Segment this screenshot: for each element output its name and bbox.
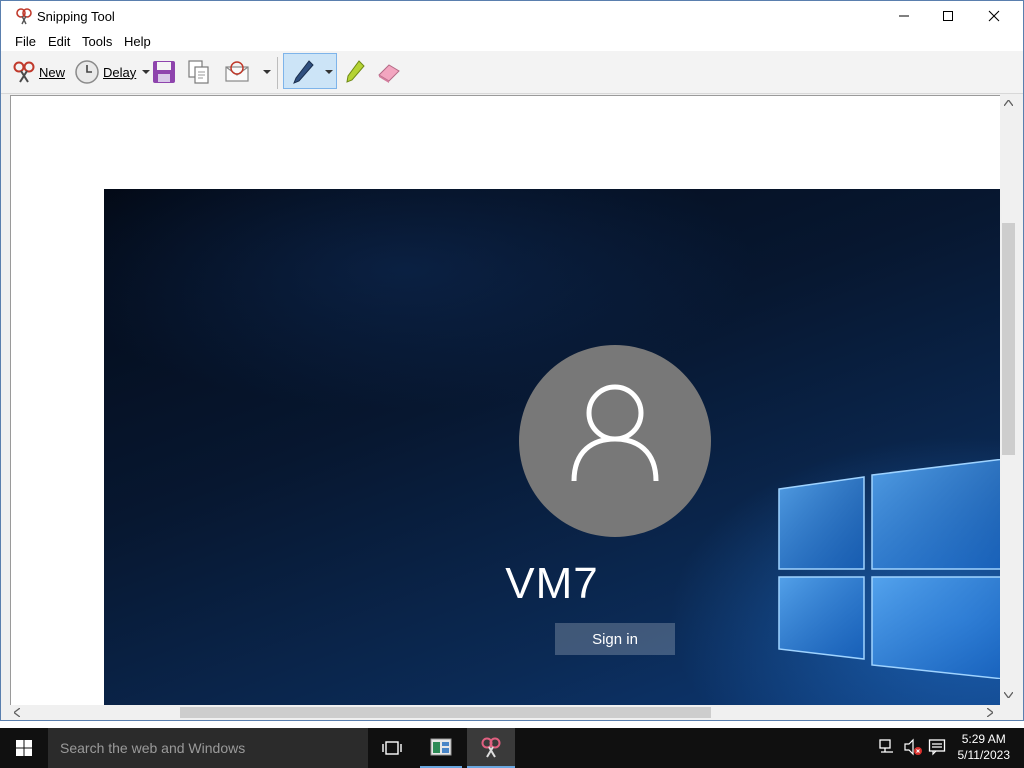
- vertical-scroll-thumb[interactable]: [1002, 223, 1015, 455]
- action-center-icon: [928, 739, 946, 756]
- delay-button-label: Delay: [103, 64, 137, 80]
- eraser-icon: [378, 64, 400, 83]
- scroll-down-icon[interactable]: [1004, 692, 1013, 698]
- send-snip-button[interactable]: [223, 57, 271, 87]
- task-view-icon: [382, 741, 402, 755]
- windows-start-icon: [16, 740, 32, 756]
- tray-volume[interactable]: [903, 738, 923, 759]
- highlighter-icon: [346, 60, 365, 83]
- menu-edit[interactable]: Edit: [48, 34, 70, 49]
- minimize-button[interactable]: [881, 1, 927, 31]
- title-bar[interactable]: Snipping Tool: [1, 1, 1023, 31]
- new-button-label: New: [39, 64, 66, 80]
- pen-button[interactable]: [291, 57, 315, 87]
- taskbar-search-box[interactable]: Search the web and Windows: [48, 728, 368, 768]
- clock-time: 5:29 AM: [961, 732, 1006, 746]
- toolbar-separator: [277, 57, 278, 89]
- clock-date: 5/11/2023: [957, 748, 1011, 762]
- delay-button[interactable]: Delay: [74, 57, 151, 87]
- maximize-button[interactable]: [925, 1, 971, 31]
- send-dropdown-arrow-icon[interactable]: [263, 70, 271, 74]
- tray-network[interactable]: [878, 738, 896, 759]
- snipping-tool-app-icon: [16, 8, 32, 25]
- menu-help[interactable]: Help: [124, 34, 151, 49]
- taskbar: Search the web and Windows 5:29 AM 5/11/…: [0, 728, 1024, 768]
- sign-in-button: Sign in: [555, 623, 675, 655]
- menu-file[interactable]: File: [15, 34, 36, 49]
- pen-icon: [293, 60, 314, 84]
- save-icon: [153, 61, 175, 83]
- scissors-icon: [13, 61, 35, 83]
- horizontal-scroll-thumb[interactable]: [180, 707, 711, 718]
- server-manager-icon: [430, 738, 452, 756]
- user-icon: [571, 384, 659, 482]
- network-icon: [879, 739, 893, 753]
- scroll-left-icon[interactable]: [14, 708, 20, 717]
- clock-icon: [75, 60, 99, 84]
- start-button[interactable]: [0, 728, 48, 768]
- new-button[interactable]: New: [12, 57, 65, 87]
- delay-dropdown-arrow-icon[interactable]: [142, 70, 151, 74]
- snipping-tool-taskbar-icon: [481, 737, 501, 758]
- volume-muted-icon: [904, 738, 922, 756]
- save-button[interactable]: [151, 57, 177, 87]
- scroll-up-icon[interactable]: [1004, 100, 1013, 106]
- close-button[interactable]: [971, 1, 1017, 31]
- user-avatar: [519, 345, 711, 537]
- pen-dropdown-arrow-icon: [325, 70, 333, 74]
- menu-tools[interactable]: Tools: [82, 34, 112, 49]
- snip-canvas[interactable]: VM7 Sign in: [10, 95, 1001, 706]
- tray-action-center[interactable]: [928, 738, 946, 759]
- close-icon: [988, 10, 1000, 22]
- highlighter-button[interactable]: [343, 57, 367, 87]
- scrollbar-corner: [1000, 705, 1017, 720]
- taskbar-app-snipping-tool[interactable]: [467, 728, 515, 768]
- eraser-button[interactable]: [375, 57, 403, 87]
- scroll-right-icon[interactable]: [987, 708, 993, 717]
- task-view-button[interactable]: [372, 728, 412, 768]
- clock[interactable]: 5:29 AM 5/11/2023: [958, 731, 1011, 763]
- window-title: Snipping Tool: [37, 9, 115, 24]
- minimize-icon: [899, 15, 909, 17]
- taskbar-app-explorer[interactable]: [420, 728, 462, 768]
- username-label: VM7: [505, 559, 599, 608]
- copy-button[interactable]: [187, 57, 211, 87]
- menu-bar: File Edit Tools Help: [1, 31, 1023, 51]
- horizontal-scrollbar[interactable]: [10, 705, 1000, 720]
- copy-icon: [188, 60, 209, 84]
- vertical-scrollbar[interactable]: [1000, 95, 1017, 705]
- pen-dropdown[interactable]: [325, 57, 333, 87]
- send-email-icon: [225, 61, 249, 82]
- captured-screenshot: VM7 Sign in: [104, 189, 1000, 705]
- maximize-icon: [943, 11, 953, 21]
- snipping-tool-window: Snipping Tool File Edit Tools Help New D…: [0, 0, 1024, 721]
